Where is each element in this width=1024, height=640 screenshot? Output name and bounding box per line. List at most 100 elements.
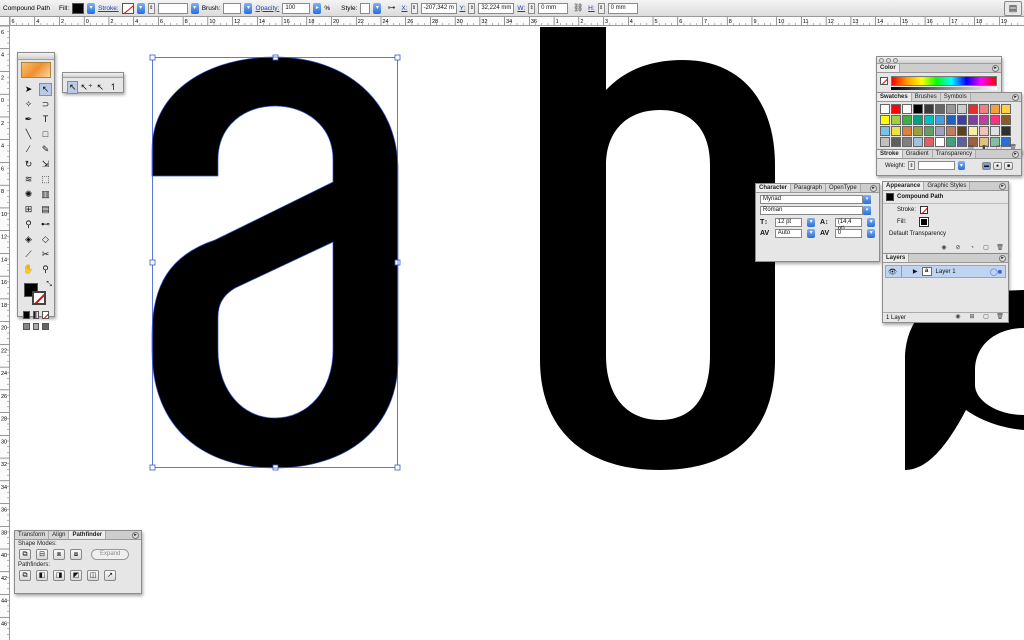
color-spectrum[interactable]: [891, 76, 997, 86]
swatch-34[interactable]: [990, 126, 1000, 136]
glyph-b[interactable]: [540, 27, 775, 470]
free-transform-tool-icon[interactable]: ⬚: [39, 173, 52, 186]
brush-field[interactable]: [223, 2, 242, 14]
gradient-mode-icon[interactable]: [32, 311, 40, 319]
opacity-label[interactable]: Opacity:: [255, 5, 279, 12]
delete-layer-icon[interactable]: 🗑: [995, 313, 1005, 321]
swatch-25[interactable]: [891, 126, 901, 136]
leading-dropdown-icon[interactable]: ▾: [867, 218, 875, 227]
tab-stroke[interactable]: Stroke: [877, 150, 903, 158]
new-sublayer-icon[interactable]: ⊞: [967, 313, 977, 321]
swatch-13[interactable]: [891, 115, 901, 125]
h-stepper[interactable]: ⇕: [597, 2, 605, 14]
selection-tool-icon[interactable]: ➤: [22, 83, 35, 96]
swatch-9[interactable]: [979, 104, 989, 114]
appearance-stroke-swatch[interactable]: [920, 206, 929, 214]
paintbrush-tool-icon[interactable]: ⁄: [22, 143, 35, 156]
appearance-fill-swatch[interactable]: [919, 217, 930, 227]
x-label[interactable]: X:: [401, 5, 407, 12]
tab-color[interactable]: Color: [877, 64, 900, 72]
add-shape-area-icon[interactable]: ⧉: [19, 549, 31, 560]
swatch-12[interactable]: [880, 115, 890, 125]
tab-swatches[interactable]: Swatches: [877, 93, 912, 101]
tab-appearance[interactable]: Appearance: [883, 182, 925, 190]
direct-select-lasso-tool-icon[interactable]: ↖: [95, 81, 106, 94]
illustrator-logo[interactable]: [21, 62, 51, 78]
blend-tool-icon[interactable]: ⊷: [39, 218, 52, 231]
full-screen-mode-icon[interactable]: [42, 323, 50, 330]
clear-appearance-icon[interactable]: ⊘: [953, 244, 963, 252]
swatch-16[interactable]: [924, 115, 934, 125]
tab-graphic-styles[interactable]: Graphic Styles: [924, 182, 971, 190]
swatch-26[interactable]: [902, 126, 912, 136]
style-swatch[interactable]: [360, 2, 371, 14]
swatch-24[interactable]: [880, 126, 890, 136]
swatch-17[interactable]: [935, 115, 945, 125]
direct-selection-tool-flyout-icon[interactable]: ↖: [67, 81, 79, 94]
duplicate-item-icon[interactable]: ▢: [981, 244, 991, 252]
stroke-dropdown-icon[interactable]: ▾: [136, 2, 145, 14]
swatch-2[interactable]: [902, 104, 912, 114]
swatch-35[interactable]: [1001, 126, 1011, 136]
color-mode-icon[interactable]: [23, 311, 30, 319]
tab-opentype[interactable]: OpenType: [826, 184, 861, 192]
opacity-input[interactable]: 100: [282, 2, 311, 14]
standard-screen-mode-icon[interactable]: [23, 323, 30, 330]
warp-tool-icon[interactable]: ≋: [22, 173, 35, 186]
merge-icon[interactable]: ◨: [53, 570, 65, 581]
round-cap-icon[interactable]: ●: [992, 161, 1002, 170]
swatches-menu-icon[interactable]: ▸: [1012, 94, 1019, 101]
font-style-field[interactable]: Roman ▾: [760, 206, 871, 215]
style-dropdown-icon[interactable]: ▾: [373, 2, 382, 14]
constrain-link-icon[interactable]: ⛓: [571, 2, 585, 14]
stroke-swatch[interactable]: [121, 2, 134, 14]
artboard-canvas[interactable]: [11, 27, 1024, 640]
tab-paragraph[interactable]: Paragraph: [791, 184, 827, 192]
delete-item-icon[interactable]: 🗑: [995, 244, 1005, 252]
none-mode-icon[interactable]: [42, 311, 50, 319]
line-tool-icon[interactable]: ╲: [22, 128, 35, 141]
brush-dropdown-icon[interactable]: ▾: [244, 2, 253, 14]
full-screen-menu-mode-icon[interactable]: [32, 323, 40, 330]
swatch-4[interactable]: [924, 104, 934, 114]
group-selection-tool-icon[interactable]: ↖⁺: [80, 81, 92, 94]
h-input[interactable]: 0 mm: [607, 2, 638, 14]
swatch-30[interactable]: [946, 126, 956, 136]
layers-menu-icon[interactable]: ▸: [999, 255, 1006, 262]
weight-stepper[interactable]: ⇕: [908, 161, 915, 170]
visibility-eye-icon[interactable]: 👁: [888, 268, 897, 276]
crop-icon[interactable]: ◩: [70, 570, 82, 581]
layer-name[interactable]: Layer 1: [936, 269, 956, 275]
leading-input[interactable]: (14,4 pt): [834, 218, 863, 232]
outline-icon[interactable]: ◫: [87, 570, 99, 581]
swap-fill-stroke-icon[interactable]: ⤡: [46, 281, 52, 289]
intersect-shape-areas-icon[interactable]: ⧈: [53, 549, 65, 560]
symbol-sprayer-tool-icon[interactable]: ✺: [22, 188, 35, 201]
kerning-dropdown-icon[interactable]: ▾: [807, 229, 815, 238]
new-art-maintains-appearance-icon[interactable]: ◉: [939, 244, 949, 252]
weight-dropdown-icon[interactable]: ▾: [957, 161, 965, 170]
swatch-22[interactable]: [990, 115, 1000, 125]
live-paint-tool-icon[interactable]: ◈: [22, 233, 35, 246]
appearance-menu-icon[interactable]: ▸: [999, 183, 1006, 190]
panel-options-icon[interactable]: ▤: [1004, 1, 1022, 16]
swatch-5[interactable]: [935, 104, 945, 114]
font-family-dropdown-icon[interactable]: ▾: [863, 195, 871, 204]
swatch-14[interactable]: [902, 115, 912, 125]
appearance-fill-row[interactable]: Fill:: [883, 216, 1008, 228]
pen-tool-icon[interactable]: ✒: [22, 113, 35, 126]
slice-tool-icon[interactable]: ⟋: [22, 248, 35, 261]
make-clipping-mask-icon[interactable]: ◉: [953, 313, 963, 321]
lasso-tool-icon[interactable]: ⊃: [39, 98, 52, 111]
character-menu-icon[interactable]: ▸: [870, 185, 877, 192]
new-layer-icon[interactable]: ▢: [981, 313, 991, 321]
mesh-tool-icon[interactable]: ⊞: [22, 203, 35, 216]
anchor-tool-icon[interactable]: ↿: [108, 81, 119, 94]
lock-toggle[interactable]: [900, 266, 909, 277]
swatch-7[interactable]: [957, 104, 967, 114]
tracking-input[interactable]: 0: [834, 229, 863, 238]
stroke-color-box[interactable]: [32, 291, 46, 305]
stroke-weight-dropdown-icon[interactable]: ▾: [190, 2, 199, 14]
x-input[interactable]: -207,342 m: [420, 2, 457, 14]
swatch-1[interactable]: [891, 104, 901, 114]
